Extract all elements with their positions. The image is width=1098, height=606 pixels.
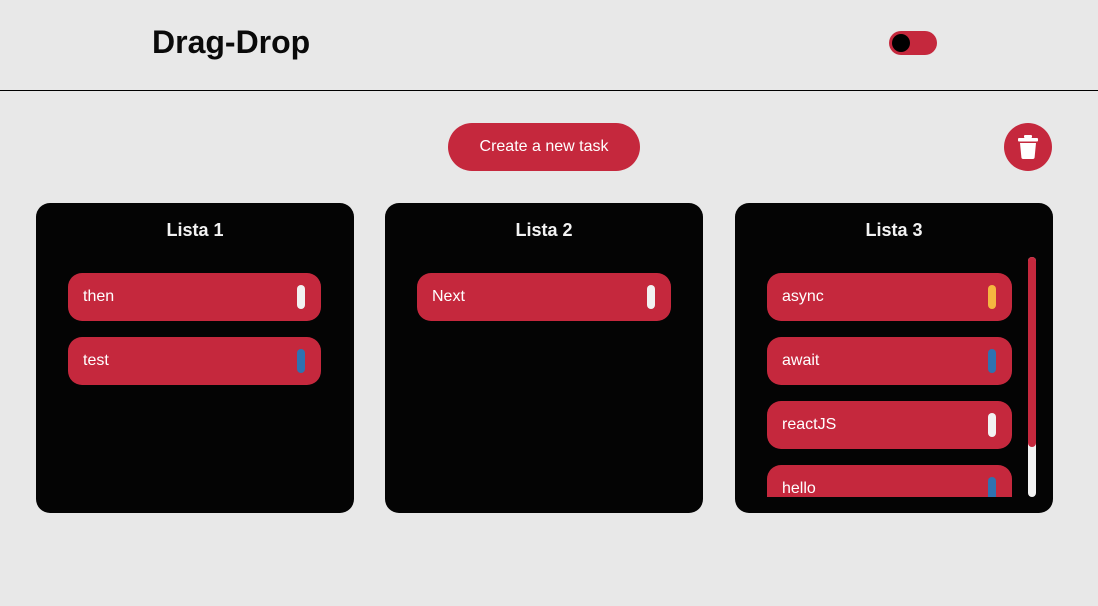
task-card[interactable]: async — [767, 273, 1012, 321]
task-card[interactable]: await — [767, 337, 1012, 385]
theme-toggle[interactable] — [889, 31, 937, 55]
delete-task-button[interactable] — [1004, 123, 1052, 171]
list-body: Next — [385, 273, 703, 497]
task-card[interactable]: Next — [417, 273, 671, 321]
list-title: Lista 3 — [865, 220, 923, 240]
task-card[interactable]: hello — [767, 465, 1012, 497]
list-column[interactable]: Lista 1 then test — [36, 203, 354, 513]
app-header: Drag-Drop — [0, 0, 1098, 91]
list-body: then test — [36, 273, 354, 497]
scrollbar-thumb[interactable] — [1028, 257, 1036, 447]
create-task-button[interactable]: Create a new task — [448, 123, 640, 171]
priority-tag — [647, 285, 655, 309]
list-column[interactable]: Lista 3 async await reactJS hello — [735, 203, 1053, 513]
task-label: then — [83, 288, 115, 305]
task-card[interactable]: test — [68, 337, 321, 385]
task-label: async — [782, 288, 824, 305]
page-title: Drag-Drop — [152, 24, 311, 60]
task-card[interactable]: reactJS — [767, 401, 1012, 449]
priority-tag — [988, 477, 996, 497]
toggle-knob — [892, 34, 910, 52]
task-label: reactJS — [782, 416, 837, 433]
task-label: Next — [432, 288, 465, 305]
task-card[interactable]: then — [68, 273, 321, 321]
priority-tag — [988, 349, 996, 373]
task-label: test — [83, 352, 109, 369]
task-label: hello — [782, 480, 816, 497]
scrollbar[interactable] — [1028, 257, 1036, 497]
priority-tag — [297, 285, 305, 309]
priority-tag — [988, 413, 996, 437]
list-body: async await reactJS hello — [735, 273, 1053, 497]
list-title: Lista 2 — [515, 220, 573, 240]
list-title: Lista 1 — [166, 220, 224, 240]
list-column[interactable]: Lista 2 Next — [385, 203, 703, 513]
task-label: await — [782, 352, 820, 369]
priority-tag — [988, 285, 996, 309]
priority-tag — [297, 349, 305, 373]
trash-icon — [1018, 135, 1038, 159]
